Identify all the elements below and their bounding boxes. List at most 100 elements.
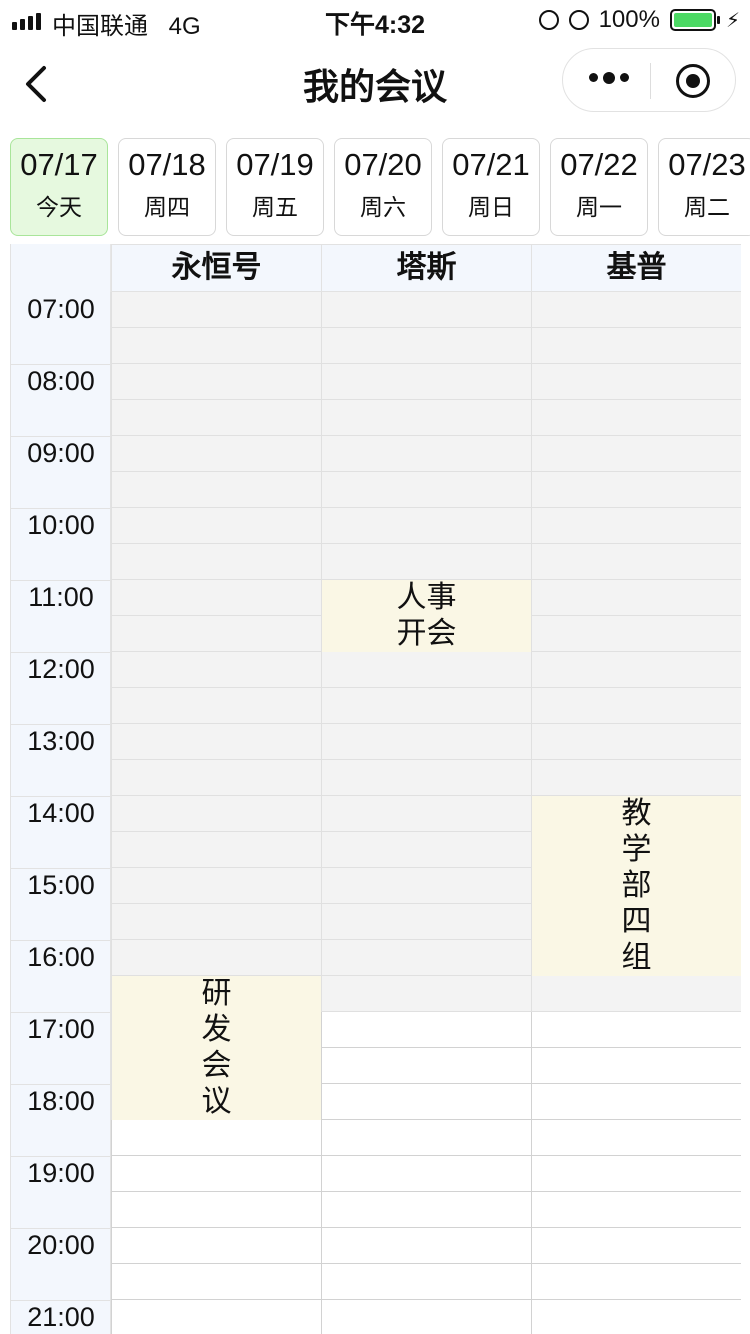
more-dots-icon[interactable] [589,71,629,84]
time-slot-cell[interactable] [111,580,321,616]
time-slot-cell[interactable] [321,292,531,328]
time-slot-cell[interactable] [321,760,531,796]
time-slot-cell[interactable] [321,940,531,976]
time-slot-cell[interactable] [321,472,531,508]
time-slot-cell[interactable] [321,976,531,1012]
time-slot-cell[interactable] [321,1264,531,1300]
time-label: 17:00 [27,1014,95,1044]
time-slot-cell[interactable] [111,688,321,724]
time-slot-cell[interactable] [321,1192,531,1228]
time-slot-cell[interactable] [111,652,321,688]
date-tab[interactable]: 07/22 周一 [550,138,648,236]
time-slot-cell[interactable] [531,472,741,508]
time-slot-cell[interactable] [111,1264,321,1300]
time-slot-cell[interactable] [111,616,321,652]
time-slot-cell[interactable] [111,1228,321,1264]
time-slot-cell[interactable] [111,832,321,868]
time-slot-cell[interactable] [531,364,741,400]
time-slot-cell[interactable] [321,1228,531,1264]
meeting-block[interactable]: 人事开会 [321,580,531,652]
time-slot-cell[interactable] [531,580,741,616]
time-slot-cell[interactable] [321,868,531,904]
time-slot-cell[interactable] [531,292,741,328]
time-slot-cell[interactable] [111,364,321,400]
time-slot-cell[interactable] [111,508,321,544]
time-slot-cell[interactable] [111,1192,321,1228]
time-slot-cell[interactable] [531,1192,741,1228]
date-tab[interactable]: 07/23 周二 [658,138,750,236]
time-slot-cell[interactable] [111,796,321,832]
time-slot-cell[interactable] [321,724,531,760]
time-slot-cell[interactable] [111,292,321,328]
time-slot-cell[interactable] [321,1156,531,1192]
time-label: 19:00 [27,1158,95,1188]
time-label: 15:00 [27,870,95,900]
time-slot-cell[interactable] [111,436,321,472]
time-slot-cell[interactable] [111,904,321,940]
time-slot-cell[interactable] [531,760,741,796]
date-tab-weekday: 周日 [468,194,514,220]
time-divider [11,364,111,365]
time-slot-cell[interactable] [111,472,321,508]
time-slot-cell[interactable] [111,724,321,760]
time-slot-cell[interactable] [531,976,741,1012]
time-slot-cell[interactable] [111,544,321,580]
time-slot-cell[interactable] [111,1300,321,1334]
date-tab[interactable]: 07/19 周五 [226,138,324,236]
time-slot-cell[interactable] [321,832,531,868]
time-slot-cell[interactable] [321,1084,531,1120]
time-slot-cell[interactable] [321,400,531,436]
time-slot-cell[interactable] [531,1084,741,1120]
time-label: 18:00 [27,1086,95,1116]
time-slot-cell[interactable] [531,688,741,724]
time-slot-cell[interactable] [111,940,321,976]
time-slot-cell[interactable] [531,1300,741,1334]
time-slot-cell[interactable] [321,1012,531,1048]
grid-corner [11,244,111,292]
date-tab-weekday: 周四 [144,194,190,220]
date-tab[interactable]: 07/18 周四 [118,138,216,236]
date-tab[interactable]: 07/17 今天 [10,138,108,236]
meeting-block[interactable]: 研发会议 [111,976,321,1120]
time-slot-cell[interactable] [111,328,321,364]
time-slot-cell[interactable] [531,1120,741,1156]
time-slot-cell[interactable] [531,544,741,580]
time-slot-cell[interactable] [321,544,531,580]
time-divider [11,1156,111,1157]
time-slot-cell[interactable] [111,400,321,436]
time-slot-cell[interactable] [321,796,531,832]
time-slot-cell[interactable] [321,508,531,544]
time-slot-cell[interactable] [111,1156,321,1192]
time-slot-cell[interactable] [321,1120,531,1156]
time-slot-cell[interactable] [531,508,741,544]
time-slot-cell[interactable] [531,1264,741,1300]
time-slot-cell[interactable] [531,436,741,472]
time-slot-cell[interactable] [321,652,531,688]
time-slot-cell[interactable] [111,1120,321,1156]
time-slot-cell[interactable] [531,1048,741,1084]
time-slot-cell[interactable] [531,328,741,364]
time-slot-cell[interactable] [531,724,741,760]
time-slot-cell[interactable] [111,868,321,904]
time-slot-cell[interactable] [531,1012,741,1048]
time-slot-cell[interactable] [321,436,531,472]
meeting-block[interactable]: 教学部四组 [531,796,741,976]
date-tab-weekday: 今天 [36,194,82,220]
time-slot-cell[interactable] [321,904,531,940]
time-slot-cell[interactable] [111,760,321,796]
time-slot-cell[interactable] [321,328,531,364]
time-slot-cell[interactable] [531,652,741,688]
date-tab-date: 07/22 [560,147,638,182]
time-slot-cell[interactable] [531,400,741,436]
close-target-icon[interactable] [676,64,710,98]
time-label: 12:00 [27,654,95,684]
time-slot-cell[interactable] [321,364,531,400]
time-slot-cell[interactable] [321,688,531,724]
time-slot-cell[interactable] [531,1156,741,1192]
time-slot-cell[interactable] [321,1048,531,1084]
time-slot-cell[interactable] [531,1228,741,1264]
time-slot-cell[interactable] [531,616,741,652]
date-tab[interactable]: 07/20 周六 [334,138,432,236]
date-tab[interactable]: 07/21 周日 [442,138,540,236]
time-slot-cell[interactable] [321,1300,531,1334]
